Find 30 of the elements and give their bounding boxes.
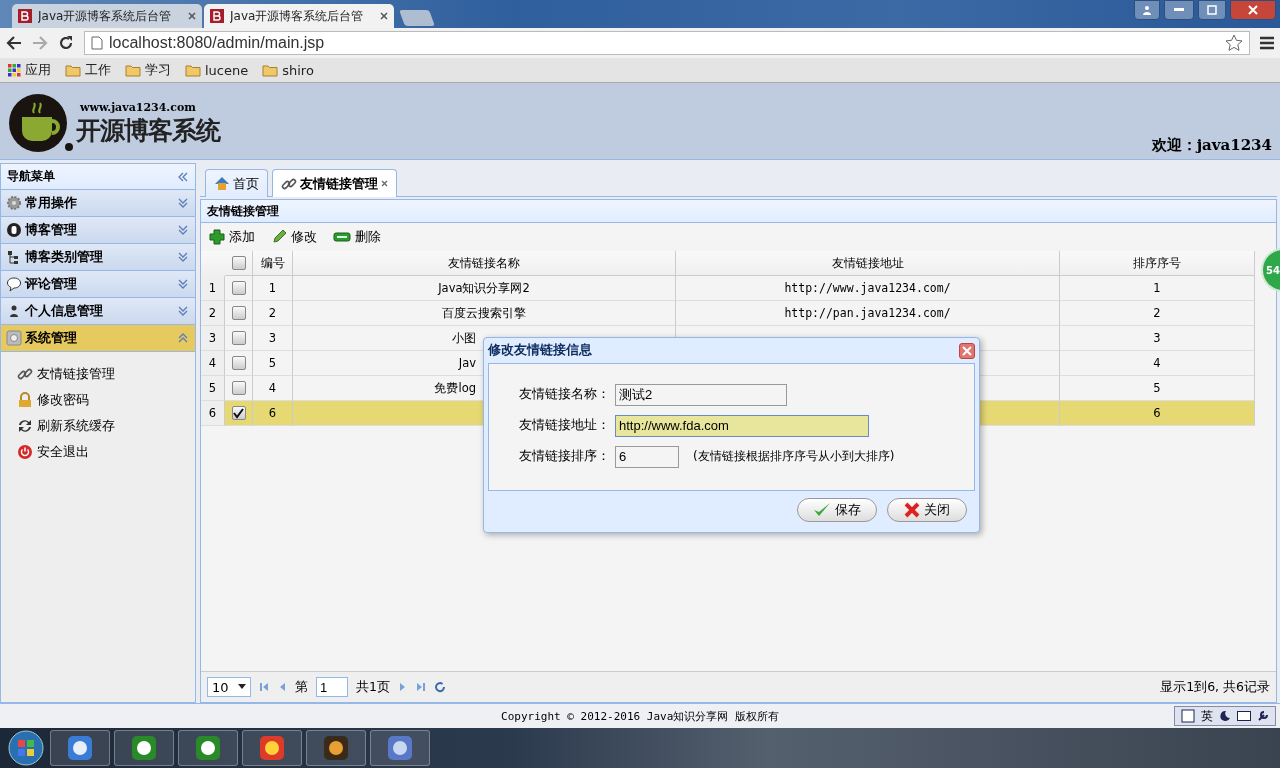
row-number: 3 (201, 326, 225, 351)
row-number: 1 (201, 276, 225, 301)
tab-title: Java开源博客系统后台管 (230, 7, 365, 25)
field-label: 友情链接地址： (519, 417, 607, 434)
site-url: www.java1234.com (80, 101, 197, 114)
section-label: 博客管理 (25, 221, 77, 239)
row-number: 5 (201, 376, 225, 401)
table-cell: 6 (253, 401, 293, 426)
field-label: 友情链接排序： (519, 448, 607, 465)
section-label: 博客类别管理 (25, 248, 103, 266)
welcome-text: 欢迎：java1234 (1151, 136, 1272, 155)
page-label: 第 (295, 678, 308, 696)
table-cell: 6 (1060, 401, 1255, 426)
record-summary: 显示1到6, 共6记录 (1160, 678, 1270, 696)
url-text: localhost:8080/admin/main.jsp (109, 34, 326, 52)
section-label: 系统管理 (25, 329, 77, 347)
panel-title: 友情链接管理 (207, 202, 279, 220)
section-label: 常用操作 (25, 194, 77, 212)
field-hint: (友情链接根据排序序号从小到大排序) (693, 448, 895, 465)
logo-text: 开源博客系统 (76, 115, 220, 147)
field-label: 友情链接名称： (519, 386, 607, 403)
section-label: 个人信息管理 (25, 302, 103, 320)
row-number: 4 (201, 351, 225, 376)
sidebar-title: 导航菜单 (7, 168, 55, 185)
section-label: 评论管理 (25, 275, 77, 293)
row-number: 2 (201, 301, 225, 326)
copyright-text: Copyright © 2012-2016 Java知识分享网 版权所有 (501, 708, 779, 724)
row-number: 6 (201, 401, 225, 426)
page-count: 共1页 (356, 678, 390, 696)
tab-title: Java开源博客系统后台管 (38, 7, 173, 25)
